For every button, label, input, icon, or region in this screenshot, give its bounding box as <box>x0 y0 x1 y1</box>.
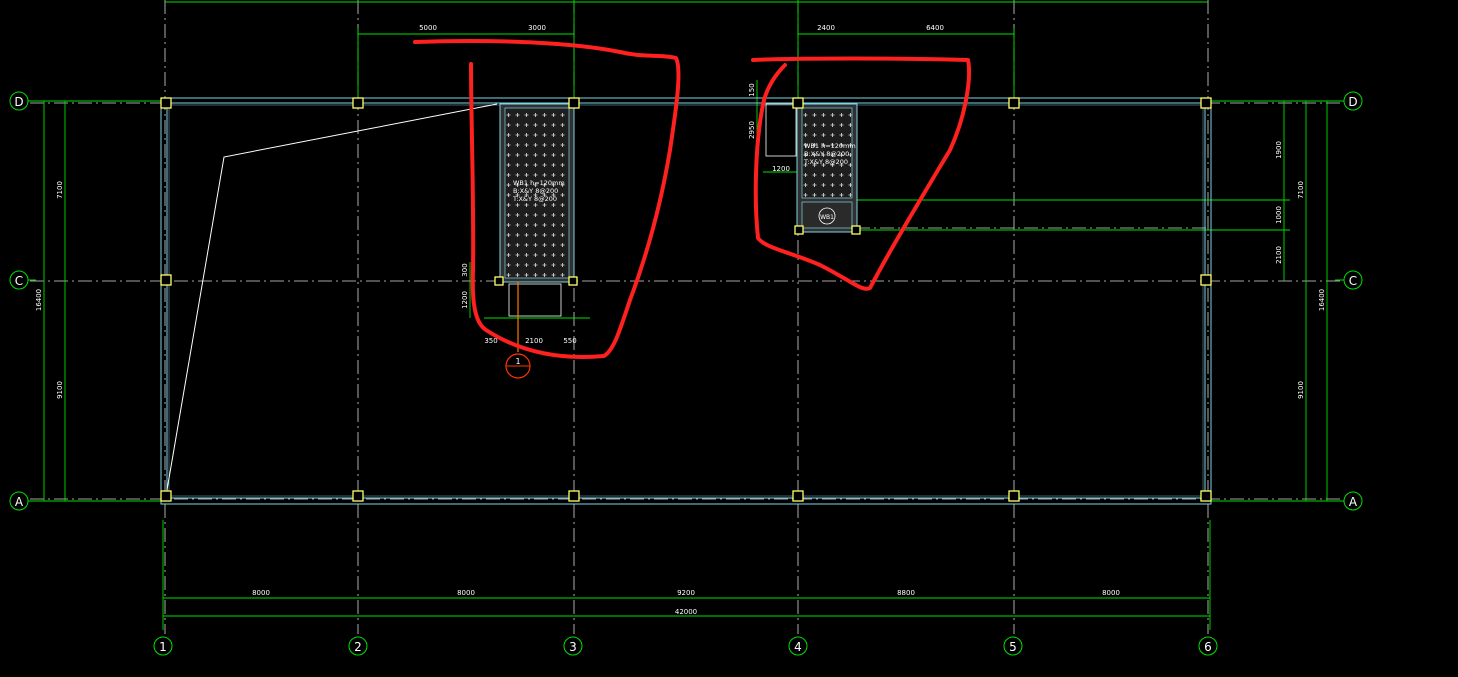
column <box>494 276 504 286</box>
left-opening-below <box>508 283 562 317</box>
right-opening <box>765 103 797 157</box>
axis-label-2: 2 <box>354 640 362 654</box>
column <box>1200 490 1212 502</box>
dim-right-inner-3: 2100 <box>1275 246 1283 264</box>
slab-note-right-line-2: B:X&Y 8@200 <box>804 150 849 158</box>
axis-label-C-right: C <box>1349 274 1357 288</box>
dim-right-inner-2: 1000 <box>1275 206 1283 224</box>
walls <box>160 97 1212 505</box>
slab-note-right-line-3: T:X&Y 8@200 <box>803 158 848 166</box>
dim-top-right-1: 2400 <box>817 24 835 32</box>
dim-right-upper: 7100 <box>1297 181 1305 199</box>
dim-bottom-2: 8000 <box>457 589 475 597</box>
dim-left-outer: 16400 <box>35 289 43 311</box>
axis-label-A-left: A <box>15 495 24 509</box>
red-markup <box>413 39 972 359</box>
axis-label-D-left: D <box>14 95 23 109</box>
axis-label-C-left: C <box>15 274 23 288</box>
axis-label-D-right: D <box>1348 95 1357 109</box>
grid-axes <box>30 0 1342 634</box>
column <box>794 225 804 235</box>
column <box>568 276 578 286</box>
column <box>160 97 172 109</box>
columns <box>160 97 1212 502</box>
dim-opening-right-width: 1200 <box>772 165 790 173</box>
dim-top-left-1: 5000 <box>419 24 437 32</box>
dim-opening-width: 2100 <box>525 337 543 345</box>
dim-top-right-2: 6400 <box>926 24 944 32</box>
dim-opening-right-top: 150 <box>748 83 756 96</box>
axis-label-3: 3 <box>569 640 577 654</box>
column <box>1008 490 1020 502</box>
column <box>568 490 580 502</box>
axis-label-1: 1 <box>159 640 167 654</box>
column <box>1200 274 1212 286</box>
dim-right-lower: 9100 <box>1297 381 1305 399</box>
column <box>352 490 364 502</box>
dim-top-left-2: 3000 <box>528 24 546 32</box>
outer-wall-outline <box>160 97 1212 505</box>
inner-wall-outline-2 <box>168 104 1204 497</box>
dim-bottom-5: 8000 <box>1102 589 1120 597</box>
slab-note-left-line-1: WB1 h=120mm <box>513 179 565 187</box>
cad-floor-plan[interactable]: 1 2 3 4 5 6 D C A D C A 5000 3000 2400 6… <box>0 0 1458 677</box>
section-marker: 1 <box>505 353 531 379</box>
dim-right-inner-1: 1900 <box>1275 141 1283 159</box>
dim-opening-left-offset: 350 <box>484 337 497 345</box>
dim-right-outer: 16400 <box>1318 289 1326 311</box>
column <box>352 97 364 109</box>
column <box>568 97 580 109</box>
dim-left-lower: 9100 <box>56 381 64 399</box>
column <box>1200 97 1212 109</box>
column <box>792 490 804 502</box>
dim-bottom-total: 42000 <box>675 608 697 616</box>
left-shaft <box>499 103 575 352</box>
inner-wall-outline <box>166 102 1206 499</box>
axis-label-6: 6 <box>1204 640 1212 654</box>
column <box>160 490 172 502</box>
dim-left-upper: 7100 <box>56 181 64 199</box>
dim-bottom-3: 9200 <box>677 589 695 597</box>
dim-opening-right-depth: 2950 <box>748 121 756 139</box>
dim-opening-depth-a: 300 <box>461 263 469 276</box>
dim-opening-depth-b: 1200 <box>461 291 469 309</box>
section-marker-label: 1 <box>515 357 520 366</box>
dimension-lines <box>36 0 1335 630</box>
column <box>851 225 861 235</box>
column <box>160 274 172 286</box>
axis-label-5: 5 <box>1009 640 1017 654</box>
column <box>792 97 804 109</box>
axis-label-4: 4 <box>794 640 802 654</box>
axis-label-A-right: A <box>1349 495 1358 509</box>
slab-tag-label: WB1 <box>820 214 834 221</box>
slab-note-left-line-2: B:X&Y 8@200 <box>513 187 558 195</box>
dim-bottom-4: 8800 <box>897 589 915 597</box>
slab-note-left-line-3: T:X&Y 8@200 <box>512 195 557 203</box>
column <box>1008 97 1020 109</box>
slab-note-right-line-1: WB1 h=120mm <box>804 142 856 150</box>
axis-bubbles <box>9 91 1363 656</box>
triangle-sketch <box>166 103 498 491</box>
dim-opening-right-offset: 550 <box>563 337 576 345</box>
markup-right-outline <box>751 56 972 291</box>
dim-bottom-1: 8000 <box>252 589 270 597</box>
